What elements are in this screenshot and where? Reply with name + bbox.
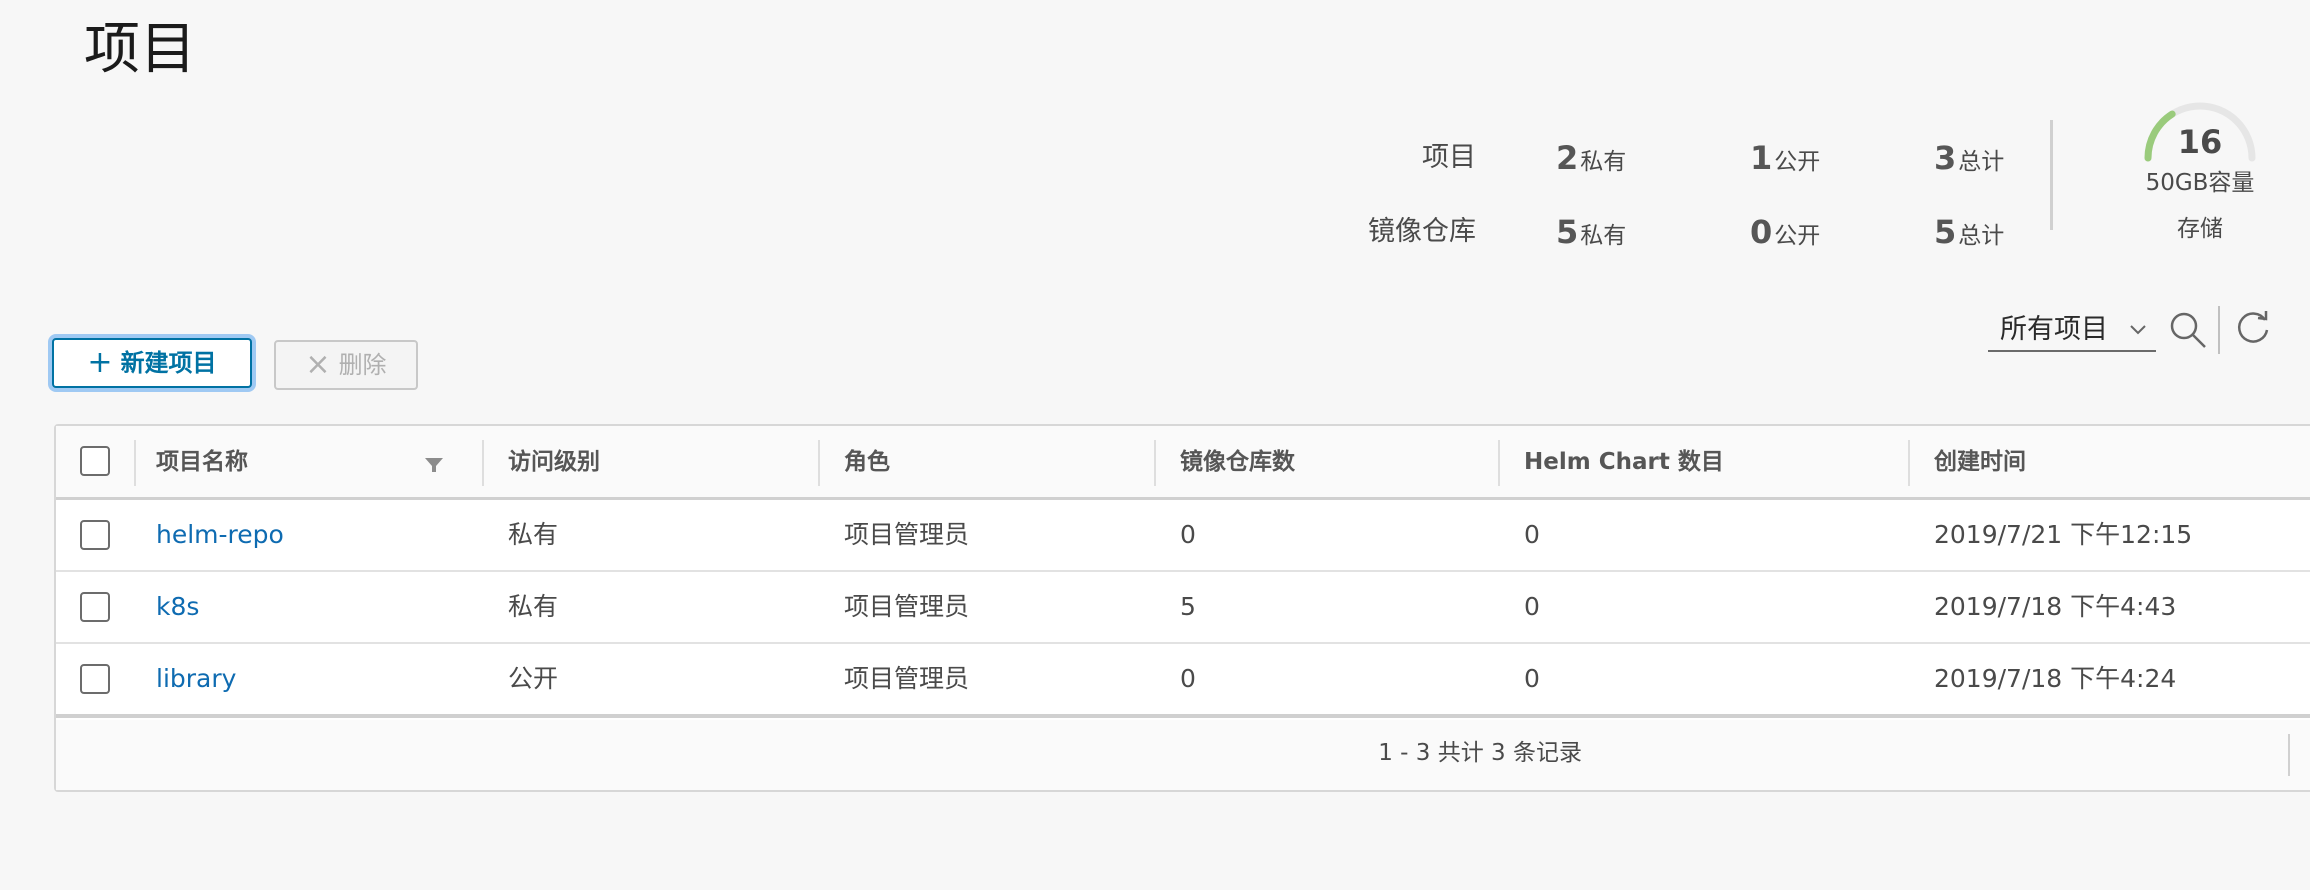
cell-repo-count: 5 [1180,592,1196,621]
col-header-created[interactable]: 创建时间 [1934,426,2026,500]
storage-gauge: 16 50GB容量 存储 [2130,96,2270,256]
col-header-repo-count[interactable]: 镜像仓库数 [1180,426,1295,500]
cell-role: 项目管理员 [844,664,970,693]
stat-projects-private: 2私有 [1556,139,1627,177]
delete-button[interactable]: × 删除 [274,340,418,390]
stat-repos-total: 5总计 [1934,213,2005,251]
col-header-role[interactable]: 角色 [844,426,890,500]
table-footer: 1 - 3 共计 3 条记录 [56,720,2310,790]
cell-chart-count: 0 [1524,520,1540,549]
storage-capacity: 50GB容量 [2145,170,2255,196]
plus-icon: + [87,345,113,380]
projects-table: 项目名称 访问级别 角色 镜像仓库数 Helm Chart 数目 创建时间 he… [54,424,2310,792]
storage-value: 16 [2177,123,2223,161]
storage-label: 存储 [2177,216,2223,242]
table-row: k8s 私有 项目管理员 5 0 2019/7/18 下午4:43 [56,572,2310,644]
close-icon: × [305,347,331,382]
col-header-name[interactable]: 项目名称 [156,426,248,500]
projects-page: 项目 项目 2私有 1公开 3总计 镜像仓库 5私有 0公开 5总计 16 50… [0,0,2310,890]
cell-chart-count: 0 [1524,592,1540,621]
toolbar-divider [2218,306,2220,354]
summary-divider [2050,120,2053,230]
cell-access: 私有 [508,592,559,621]
project-filter-select[interactable]: 所有项目 [1988,304,2156,352]
stat-repos-private: 5私有 [1556,213,1627,251]
pagination-summary: 1 - 3 共计 3 条记录 [1378,740,1582,766]
stat-projects-total: 3总计 [1934,139,2005,177]
stat-projects-public: 1公开 [1750,139,1821,177]
select-all-checkbox[interactable] [80,446,110,476]
table-row: helm-repo 私有 项目管理员 0 0 2019/7/21 下午12:15 [56,500,2310,572]
footer-divider [2288,734,2290,776]
filter-icon[interactable] [424,456,444,474]
cell-access: 私有 [508,520,559,549]
project-name-link[interactable]: library [156,644,236,714]
summary-row-repos: 镜像仓库 5私有 0公开 5总计 [1300,204,2040,264]
col-header-access[interactable]: 访问级别 [508,426,600,500]
summary-label-repos: 镜像仓库 [1368,216,1476,247]
refresh-icon[interactable] [2234,308,2272,346]
row-checkbox[interactable] [80,520,110,550]
col-header-chart-count[interactable]: Helm Chart 数目 [1524,426,1724,500]
project-name-link[interactable]: helm-repo [156,500,284,570]
row-checkbox[interactable] [80,664,110,694]
stat-repos-public: 0公开 [1750,213,1821,251]
search-icon[interactable] [2168,310,2208,350]
cell-created: 2019/7/18 下午4:43 [1934,592,2177,621]
cell-created: 2019/7/18 下午4:24 [1934,664,2177,693]
cell-chart-count: 0 [1524,664,1540,693]
project-name-link[interactable]: k8s [156,572,199,642]
cell-created: 2019/7/21 下午12:15 [1934,520,2193,549]
row-checkbox[interactable] [80,592,110,622]
table-row: library 公开 项目管理员 0 0 2019/7/18 下午4:24 [56,644,2310,718]
cell-role: 项目管理员 [844,592,970,621]
chevron-down-icon [2128,304,2148,375]
cell-role: 项目管理员 [844,520,970,549]
cell-access: 公开 [508,664,559,693]
summary-label-projects: 项目 [1422,142,1476,173]
cell-repo-count: 0 [1180,520,1196,549]
page-title: 项目 [84,17,196,82]
new-project-button[interactable]: + 新建项目 [52,338,252,388]
table-header: 项目名称 访问级别 角色 镜像仓库数 Helm Chart 数目 创建时间 [56,426,2310,500]
summary-row-projects: 项目 2私有 1公开 3总计 [1300,130,2040,190]
cell-repo-count: 0 [1180,664,1196,693]
